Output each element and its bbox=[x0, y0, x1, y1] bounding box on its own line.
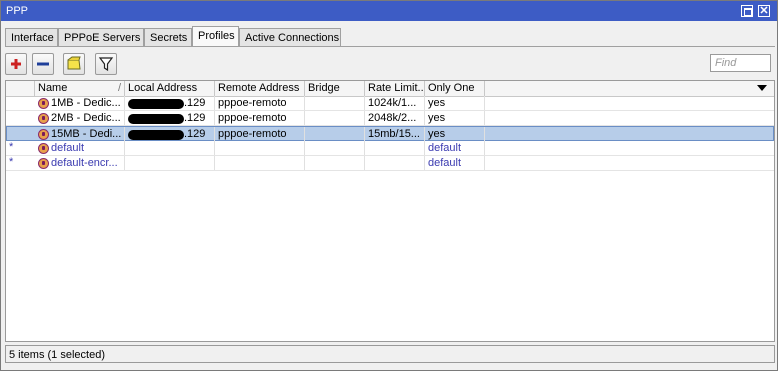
filter-button[interactable] bbox=[95, 53, 117, 75]
status-bar: 5 items (1 selected) bbox=[5, 345, 775, 363]
row-name: default bbox=[51, 142, 85, 154]
tab-active-connections[interactable]: Active Connections bbox=[239, 28, 341, 46]
row-local-address: .129 bbox=[184, 128, 206, 140]
column-header-rate-limit[interactable]: Rate Limit... bbox=[365, 81, 425, 96]
redacted-address bbox=[128, 99, 184, 109]
column-header-flags[interactable] bbox=[6, 81, 35, 96]
remove-button[interactable] bbox=[32, 53, 54, 75]
find-input[interactable]: Find bbox=[710, 54, 771, 72]
row-flag: * bbox=[9, 156, 14, 168]
table-row[interactable]: * default default bbox=[6, 141, 774, 156]
tab-pppoe-servers[interactable]: PPPoE Servers bbox=[58, 28, 144, 46]
row-only-one: yes bbox=[425, 96, 485, 110]
row-rate-limit: 2048k/2... bbox=[365, 111, 425, 125]
redacted-address bbox=[128, 114, 184, 124]
column-header-only-one[interactable]: Only One bbox=[425, 81, 485, 96]
row-bridge bbox=[305, 111, 365, 125]
profiles-table: Name / Local Address Remote Address Brid… bbox=[5, 80, 775, 342]
comment-button[interactable] bbox=[63, 53, 85, 75]
add-button[interactable] bbox=[5, 53, 27, 75]
row-bridge bbox=[305, 156, 365, 170]
column-header-name[interactable]: Name / bbox=[35, 81, 125, 96]
row-local-address bbox=[125, 156, 215, 170]
row-remote-address: pppoe-remoto bbox=[215, 96, 305, 110]
sort-icon: / bbox=[117, 82, 121, 94]
row-bridge bbox=[305, 141, 365, 155]
column-header-label: Name bbox=[38, 82, 68, 94]
window-title: PPP bbox=[6, 5, 29, 17]
row-name: 15MB - Dedi... bbox=[51, 128, 122, 140]
row-only-one: default bbox=[425, 141, 485, 155]
row-rate-limit bbox=[365, 156, 425, 170]
profile-icon bbox=[38, 98, 49, 109]
row-flag: * bbox=[9, 141, 14, 153]
row-remote-address bbox=[215, 141, 305, 155]
note-icon bbox=[67, 56, 81, 70]
row-only-one: default bbox=[425, 156, 485, 170]
redacted-address bbox=[128, 130, 184, 140]
row-remote-address bbox=[215, 156, 305, 170]
table-row[interactable]: * default-encr... default bbox=[6, 156, 774, 171]
chevron-down-icon[interactable] bbox=[757, 85, 767, 91]
profile-icon bbox=[38, 143, 49, 154]
row-bridge bbox=[305, 127, 365, 141]
maximize-icon[interactable] bbox=[741, 5, 753, 17]
row-rate-limit bbox=[365, 141, 425, 155]
plus-icon bbox=[11, 59, 21, 69]
row-name: 1MB - Dedic... bbox=[51, 97, 121, 109]
title-bar[interactable]: PPP ✕ bbox=[1, 1, 777, 21]
table-row[interactable]: 1MB - Dedic... .129 pppoe-remoto 1024k/1… bbox=[6, 96, 774, 111]
table-row[interactable]: 2MB - Dedic... .129 pppoe-remoto 2048k/2… bbox=[6, 111, 774, 126]
row-remote-address: pppoe-remoto bbox=[215, 111, 305, 125]
column-header-remote-address[interactable]: Remote Address bbox=[215, 81, 305, 96]
ppp-window: PPP ✕ Interface PPPoE Servers Secrets Ac… bbox=[0, 0, 778, 371]
row-only-one: yes bbox=[425, 127, 485, 141]
row-only-one: yes bbox=[425, 111, 485, 125]
column-header-local-address[interactable]: Local Address bbox=[125, 81, 215, 96]
row-name: 2MB - Dedic... bbox=[51, 112, 121, 124]
minus-icon bbox=[37, 62, 49, 66]
filter-icon bbox=[98, 57, 114, 72]
close-icon[interactable]: ✕ bbox=[758, 5, 770, 17]
profile-icon bbox=[38, 113, 49, 124]
table-row-selected[interactable]: 15MB - Dedi... .129 pppoe-remoto 15mb/15… bbox=[6, 126, 774, 141]
tab-interface[interactable]: Interface bbox=[5, 28, 58, 46]
row-bridge bbox=[305, 96, 365, 110]
tab-profiles[interactable]: Profiles bbox=[192, 26, 239, 46]
row-local-address: .129 bbox=[184, 112, 206, 124]
tab-secrets[interactable]: Secrets bbox=[144, 28, 192, 46]
table-header: Name / Local Address Remote Address Brid… bbox=[6, 81, 774, 97]
row-name: default-encr... bbox=[51, 157, 118, 169]
row-remote-address: pppoe-remoto bbox=[215, 127, 305, 141]
row-rate-limit: 15mb/15... bbox=[365, 127, 425, 141]
profile-icon bbox=[38, 158, 49, 169]
row-local-address: .129 bbox=[184, 97, 206, 109]
profile-icon bbox=[38, 129, 49, 140]
row-rate-limit: 1024k/1... bbox=[365, 96, 425, 110]
column-header-bridge[interactable]: Bridge bbox=[305, 81, 365, 96]
row-local-address bbox=[125, 141, 215, 155]
tab-divider bbox=[5, 46, 775, 47]
